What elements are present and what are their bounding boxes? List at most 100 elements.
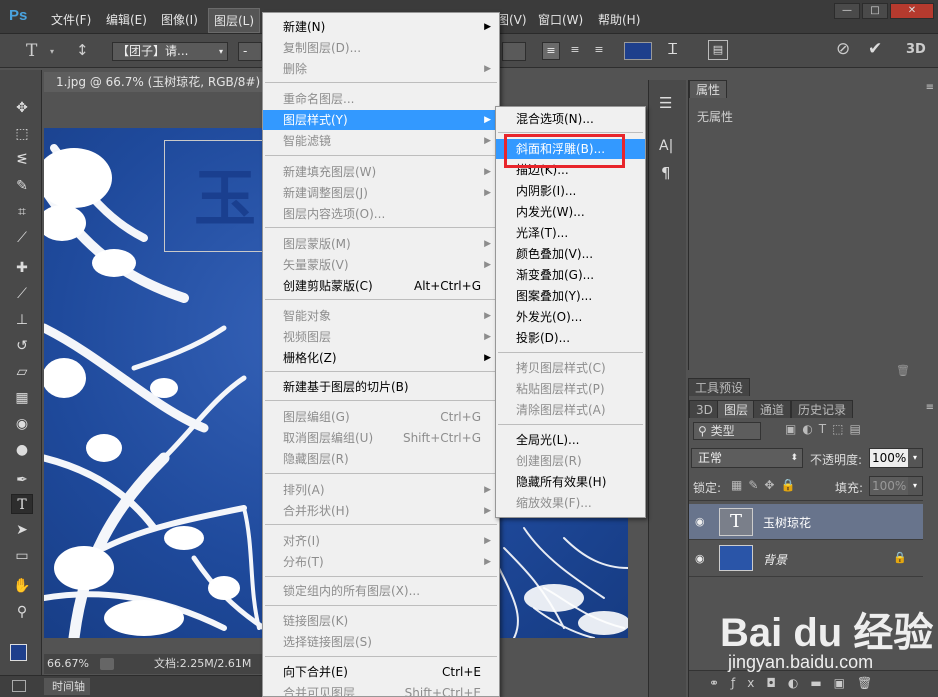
menu-item-new-adjustment-layer: 新建调整图层(J) ▶ — [263, 183, 499, 203]
tools-panel: ✥ ⬚ ᓬ ✎ ⌗ ⟋ ✚ ⟋ ⊥ ↺ ▱ ▦ ◉ ● ✒ T ➤ ▭ ✋ ⚲ — [0, 70, 42, 697]
menu-separator — [265, 371, 497, 372]
path-select-tool-icon[interactable]: ➤ — [11, 520, 33, 540]
menu-item-layer-style[interactable]: 图层样式(Y) ▶ — [263, 110, 499, 130]
hand-tool-icon[interactable]: ✋ — [11, 576, 33, 596]
menu-item-smart-filter: 智能滤镜 ▶ — [263, 131, 499, 151]
menu-item-merge-down[interactable]: 向下合并(E) Ctrl+E — [263, 662, 499, 682]
align-left-icon[interactable]: ≡ — [542, 42, 560, 60]
character-panel-icon[interactable]: ▤ — [708, 40, 728, 60]
submenu-item-hide-all-effects[interactable]: 隐藏所有效果(H) — [496, 472, 645, 492]
tab-3d[interactable]: 3D — [689, 400, 720, 418]
menu-file[interactable]: 文件(F) — [51, 11, 91, 28]
layer-row-background[interactable]: ◉ 背景 🔒 — [689, 541, 923, 577]
menu-image[interactable]: 图像(I) — [161, 11, 198, 28]
menu-window[interactable]: 窗口(W) — [538, 11, 583, 28]
eyedropper-tool-icon[interactable]: ⟋ — [11, 228, 33, 248]
lock-label: 锁定: — [693, 481, 722, 495]
menu-edit[interactable]: 编辑(E) — [106, 11, 147, 28]
dodge-tool-icon[interactable]: ● — [11, 440, 33, 460]
status-menu-icon[interactable] — [100, 658, 114, 670]
submenu-item-pattern-overlay[interactable]: 图案叠加(Y)... — [496, 286, 645, 306]
character-icon[interactable]: A| — [659, 138, 673, 154]
minimize-button[interactable]: — — [834, 3, 860, 19]
layer-filter-icons[interactable]: ▣◐T⬚▤ — [785, 422, 867, 436]
lock-icons[interactable]: ▦✎✥🔒 — [731, 478, 801, 492]
text-tool-icon[interactable]: T — [26, 41, 37, 61]
maximize-button[interactable]: □ — [862, 3, 888, 19]
warp-text-icon[interactable]: Ꮖ — [668, 40, 678, 58]
submenu-item-inner-shadow[interactable]: 内阴影(I)... — [496, 181, 645, 201]
menu-item-smart-object: 智能对象 ▶ — [263, 306, 499, 326]
pen-tool-icon[interactable]: ✒ — [11, 470, 33, 490]
menu-separator — [265, 473, 497, 474]
align-center-icon[interactable]: ≡ — [566, 42, 584, 60]
paragraph-icon[interactable]: ¶ — [661, 164, 671, 182]
blend-mode-select[interactable]: 正常 ⬍ — [691, 448, 803, 468]
close-window-button[interactable]: ✕ — [890, 3, 934, 19]
history-brush-tool-icon[interactable]: ↺ — [11, 336, 33, 356]
tool-presets-tab[interactable]: 工具预设 — [688, 378, 751, 396]
quick-select-tool-icon[interactable]: ✎ — [11, 176, 33, 196]
align-right-icon[interactable]: ≡ — [590, 42, 608, 60]
trash-icon[interactable]: 🗑 — [896, 364, 910, 377]
cancel-icon[interactable]: ⊘ — [836, 39, 850, 59]
brush-tool-icon[interactable]: ⟋ — [11, 284, 33, 304]
submenu-item-satin[interactable]: 光泽(T)... — [496, 223, 645, 243]
type-tool-icon[interactable]: T — [11, 494, 33, 514]
font-style-select[interactable]: - — [238, 42, 262, 61]
timeline-tab[interactable]: 时间轴 — [44, 678, 90, 695]
eye-icon[interactable]: ◉ — [695, 515, 705, 528]
opacity-field[interactable]: 100% ▾ — [869, 448, 923, 468]
menu-layer[interactable]: 图层(L) — [208, 8, 261, 33]
chevron-down-icon[interactable]: ▾ — [50, 47, 54, 56]
check-icon[interactable]: ✔ — [868, 39, 882, 59]
tab-channels[interactable]: 通道 — [753, 400, 792, 418]
font-family-select[interactable]: 【团子】请... ▾ — [112, 42, 228, 61]
lasso-tool-icon[interactable]: ᓬ — [11, 150, 33, 170]
text-color-swatch[interactable] — [624, 42, 652, 60]
submenu-item-color-overlay[interactable]: 颜色叠加(V)... — [496, 244, 645, 264]
crop-tool-icon[interactable]: ⌗ — [11, 202, 33, 222]
submenu-item-outer-glow[interactable]: 外发光(O)... — [496, 307, 645, 327]
submenu-item-gradient-overlay[interactable]: 渐变叠加(G)... — [496, 265, 645, 285]
3d-mode-button[interactable]: 3D — [906, 42, 926, 57]
menu-item-create-clipping-mask[interactable]: 创建剪贴蒙版(C) Alt+Ctrl+G — [263, 276, 499, 296]
document-tab[interactable]: 1.jpg @ 66.7% (玉树琼花, RGB/8#) * × — [44, 72, 286, 92]
tool-presets-icon[interactable]: ☰ — [659, 94, 672, 112]
fill-field[interactable]: 100% ▾ — [869, 476, 923, 496]
layer-filter-select[interactable]: ⚲ 类型 — [693, 422, 761, 440]
menu-help[interactable]: 帮助(H) — [598, 11, 640, 28]
rectangle-tool-icon[interactable]: ▭ — [11, 546, 33, 566]
chevron-right-icon: ▶ — [484, 167, 491, 177]
chevron-right-icon: ▶ — [484, 239, 491, 249]
submenu-item-inner-glow[interactable]: 内发光(W)... — [496, 202, 645, 222]
submenu-item-global-light[interactable]: 全局光(L)... — [496, 430, 645, 450]
marquee-tool-icon[interactable]: ⬚ — [11, 124, 33, 144]
eye-icon[interactable]: ◉ — [695, 552, 705, 565]
menu-item-rasterize[interactable]: 栅格化(Z) ▶ — [263, 348, 499, 368]
blur-tool-icon[interactable]: ◉ — [11, 414, 33, 434]
move-tool-icon[interactable]: ✥ — [11, 98, 33, 118]
panel-menu-icon[interactable]: ≡ — [926, 82, 934, 93]
layer-name[interactable]: 背景 — [763, 551, 787, 568]
submenu-item-blending-options[interactable]: 混合选项(N)... — [496, 109, 645, 129]
tab-layers[interactable]: 图层 — [717, 400, 756, 418]
panel-menu-icon[interactable]: ≡ — [926, 402, 934, 413]
clone-stamp-tool-icon[interactable]: ⊥ — [11, 310, 33, 330]
eraser-tool-icon[interactable]: ▱ — [11, 362, 33, 382]
zoom-tool-icon[interactable]: ⚲ — [11, 602, 33, 622]
layer-row-text[interactable]: ◉ T 玉树琼花 — [689, 504, 923, 540]
tab-history[interactable]: 历史记录 — [791, 400, 854, 418]
antialias-select[interactable] — [502, 42, 526, 61]
healing-brush-tool-icon[interactable]: ✚ — [11, 258, 33, 278]
menu-item-new-layer-slice[interactable]: 新建基于图层的切片(B) — [263, 377, 499, 397]
submenu-item-drop-shadow[interactable]: 投影(D)... — [496, 328, 645, 348]
zoom-level[interactable]: 66.67% — [47, 654, 89, 674]
layer-name[interactable]: 玉树琼花 — [763, 514, 811, 531]
text-orientation-icon[interactable]: ↕ — [76, 41, 89, 59]
properties-tab[interactable]: 属性 — [689, 80, 728, 98]
menu-item-group-layers: 图层编组(G) Ctrl+G — [283, 410, 481, 424]
foreground-color-swatch[interactable] — [10, 644, 27, 661]
menu-item-new[interactable]: 新建(N) ▶ — [263, 17, 499, 37]
gradient-tool-icon[interactable]: ▦ — [11, 388, 33, 408]
